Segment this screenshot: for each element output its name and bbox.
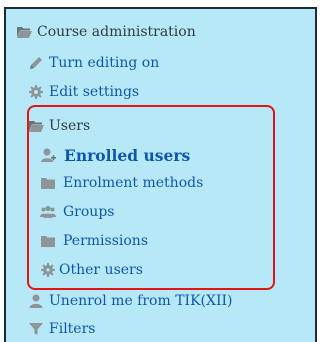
- enrolment-methods-link[interactable]: Enrolment methods: [40, 173, 203, 193]
- enrolled-users-label: Enrolled users: [64, 145, 191, 165]
- permissions-label: Permissions: [63, 233, 148, 249]
- edit-settings-label: Edit settings: [49, 84, 140, 100]
- filters-label: Filters: [49, 321, 96, 337]
- enrolled-users-link[interactable]: Enrolled users: [40, 145, 190, 165]
- other-users-link[interactable]: Other users: [40, 260, 143, 280]
- course-administration-header[interactable]: Course administration: [16, 22, 196, 42]
- unenrol-link[interactable]: Unenrol me from TIK(XII): [28, 291, 232, 311]
- folder-icon: [40, 175, 56, 191]
- folder-open-icon: [28, 118, 44, 134]
- other-users-label: Other users: [59, 262, 143, 278]
- gear-icon: [28, 84, 44, 100]
- edit-settings-link[interactable]: Edit settings: [28, 82, 139, 102]
- folder-icon: [40, 233, 56, 249]
- unenrol-label: Unenrol me from TIK(XII): [49, 293, 233, 309]
- user-icon: [28, 293, 44, 309]
- pencil-icon: [28, 55, 44, 71]
- user-plus-icon: [40, 147, 56, 163]
- cog-icon: [40, 262, 56, 278]
- course-administration-panel: Course administration Turn editing on Ed…: [4, 7, 317, 342]
- course-administration-label: Course administration: [37, 24, 196, 40]
- groups-link[interactable]: Groups: [40, 202, 114, 222]
- permissions-link[interactable]: Permissions: [40, 231, 148, 251]
- turn-editing-on-link[interactable]: Turn editing on: [28, 53, 159, 73]
- enrolment-methods-label: Enrolment methods: [63, 175, 204, 191]
- group-icon: [40, 204, 56, 220]
- filter-icon: [28, 321, 44, 337]
- users-group-header[interactable]: Users: [28, 116, 90, 136]
- groups-label: Groups: [63, 204, 115, 220]
- folder-open-icon: [16, 24, 32, 40]
- users-group-label: Users: [49, 118, 91, 134]
- filters-link[interactable]: Filters: [28, 319, 95, 339]
- turn-editing-on-label: Turn editing on: [49, 55, 160, 71]
